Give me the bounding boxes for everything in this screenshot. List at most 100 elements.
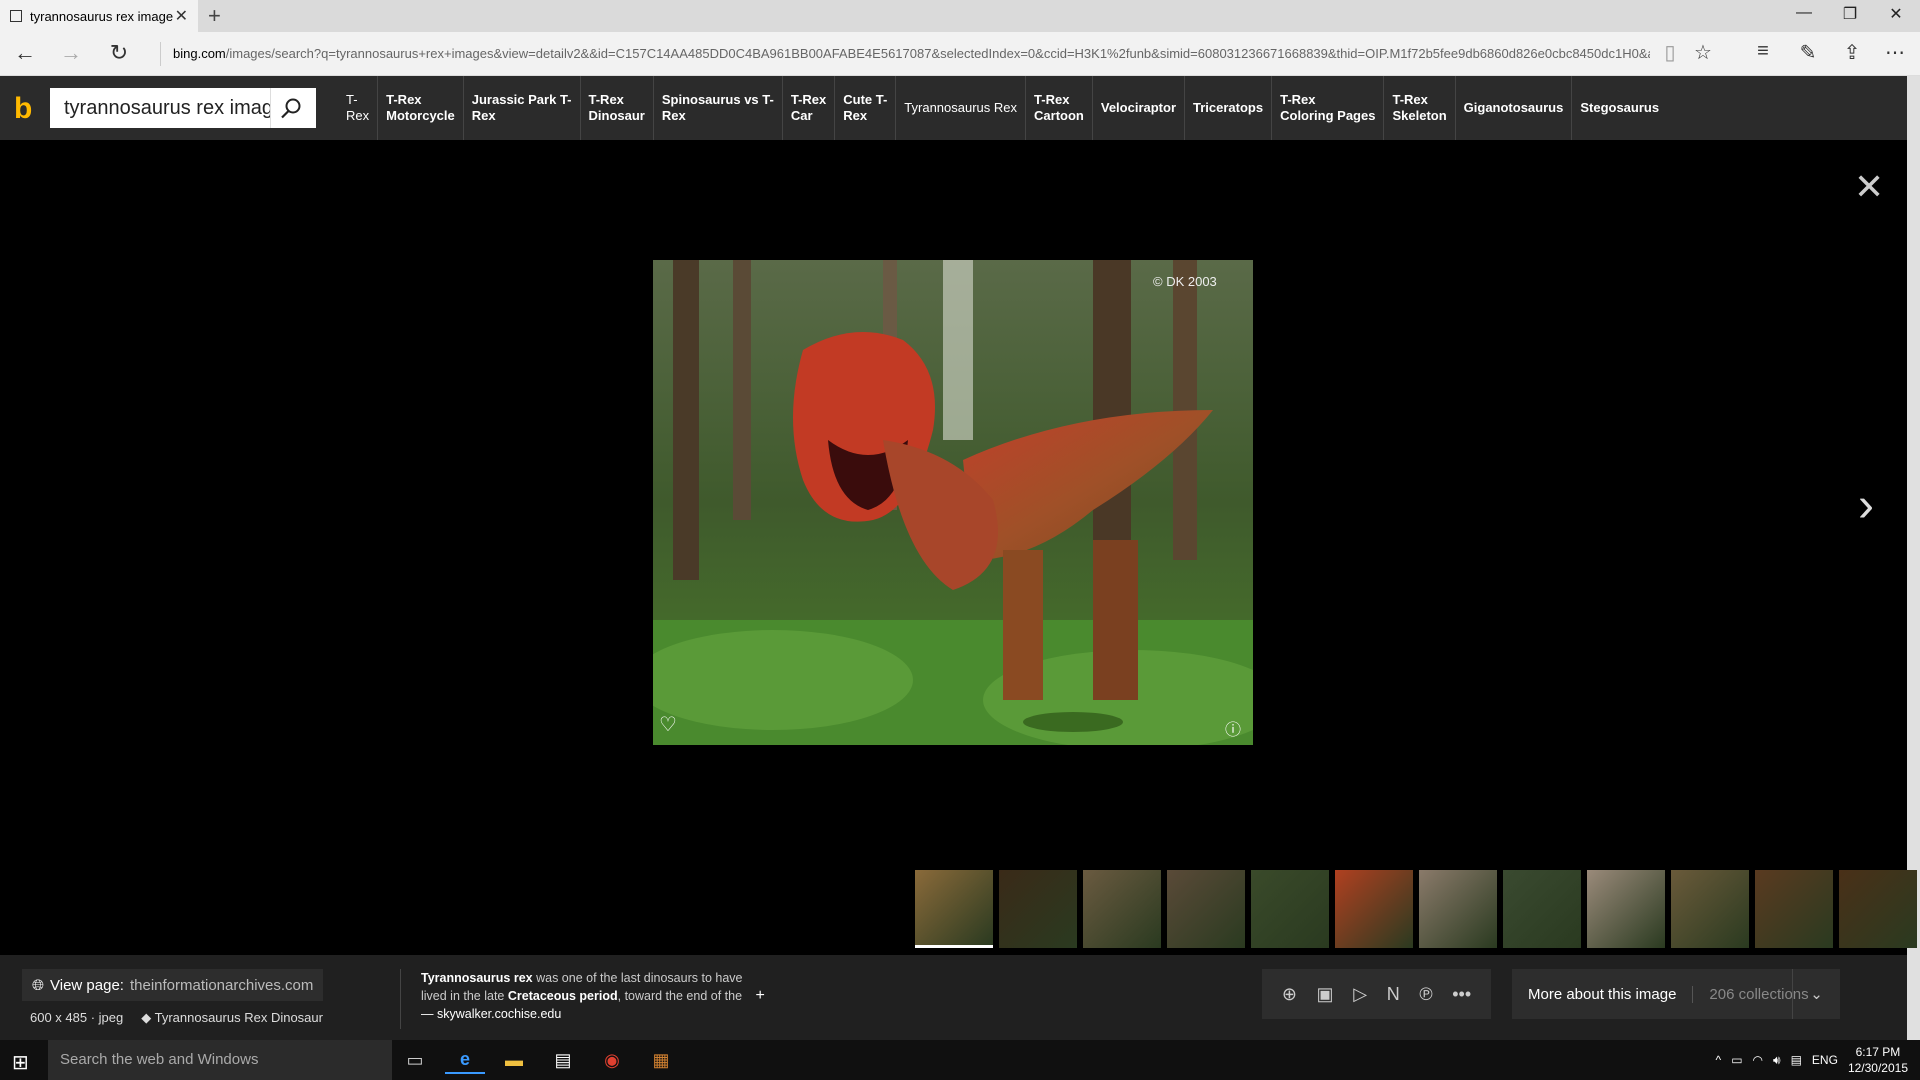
clock-date: 12/30/2015 xyxy=(1847,1061,1908,1075)
related-search-label: T-Rex Motorcycle xyxy=(386,92,455,123)
related-search-item[interactable]: T-Rex Motorcycle xyxy=(377,76,463,140)
related-search-label: Triceratops xyxy=(1193,100,1264,115)
thumbnail[interactable] xyxy=(1587,870,1665,948)
thumbnail[interactable] xyxy=(1251,870,1329,948)
onenote-icon[interactable]: N xyxy=(1387,984,1400,1005)
related-search-item[interactable]: Giganotosaurus xyxy=(1454,76,1572,140)
desc-source[interactable]: — skywalker.cochise.edu xyxy=(421,1007,561,1021)
battery-icon[interactable]: ▭ xyxy=(1731,1053,1742,1067)
related-search-item[interactable]: Triceratops xyxy=(1184,76,1271,140)
related-searches: T- Rex T-Rex Motorcycle Jurassic Park T- Rex T… xyxy=(338,76,1667,140)
thumbnail[interactable] xyxy=(1755,870,1833,948)
more-about-button[interactable]: More about this image xyxy=(1512,985,1694,1003)
heart-icon[interactable]: ♡ xyxy=(659,712,677,737)
address-host: bing.com xyxy=(173,46,226,61)
watermark-text: © DK 2003 xyxy=(1153,274,1217,289)
new-tab-button[interactable]: + xyxy=(208,3,221,29)
thumbnail[interactable] xyxy=(1335,870,1413,948)
thumbnail[interactable] xyxy=(1503,870,1581,948)
tray-chevron-icon[interactable]: ^ xyxy=(1716,1053,1722,1067)
related-search-item[interactable]: Spinosaurus vs T- Rex xyxy=(652,76,782,140)
thumbnail[interactable] xyxy=(999,870,1077,948)
favorite-star-icon[interactable]: ☆ xyxy=(1688,40,1718,65)
related-search-item[interactable]: Velociraptor xyxy=(1091,76,1184,140)
page-icon xyxy=(10,10,22,22)
view-page-label: View page: xyxy=(50,976,124,994)
related-search-item[interactable]: T-Rex Cartoon xyxy=(1025,76,1092,140)
pinterest-icon[interactable]: ℗ xyxy=(1419,984,1432,1005)
expand-description-icon[interactable]: + xyxy=(756,987,765,1004)
browser-tab[interactable]: tyrannosaurus rex image ✕ xyxy=(0,0,198,32)
related-search-item[interactable]: T-Rex Coloring Pages xyxy=(1271,76,1383,140)
thumbnail[interactable] xyxy=(915,870,993,948)
reading-view-icon[interactable]: ▯ xyxy=(1655,40,1685,65)
thumbnail-strip xyxy=(915,870,1920,948)
search-box xyxy=(50,88,316,128)
thumbnail[interactable] xyxy=(1167,870,1245,948)
related-search-item[interactable]: T-Rex Skeleton xyxy=(1383,76,1454,140)
bing-logo-icon[interactable]: b xyxy=(14,92,32,126)
thumbnail[interactable] xyxy=(1419,870,1497,948)
related-search-item[interactable]: T-Rex Dinosaur xyxy=(579,76,653,140)
cortana-search[interactable]: Search the web and Windows xyxy=(48,1040,392,1080)
next-image-icon[interactable]: › xyxy=(1858,478,1874,533)
web-search-icon[interactable]: ⊕ xyxy=(1282,984,1297,1005)
store-icon[interactable]: ▤ xyxy=(543,1046,583,1074)
info-icon[interactable]: ⓘ xyxy=(1225,716,1241,740)
edge-icon[interactable]: e xyxy=(445,1046,485,1074)
restore-button[interactable]: ❐ xyxy=(1830,4,1870,24)
search-input[interactable] xyxy=(50,89,270,127)
close-window-button[interactable]: ✕ xyxy=(1876,4,1916,24)
image-actions: ⊕ ▣ ▷ N ℗ ••• xyxy=(1262,969,1491,1019)
tab-title: tyrannosaurus rex image xyxy=(30,8,174,24)
task-view-icon[interactable]: ▭ xyxy=(395,1046,435,1074)
language-indicator[interactable]: ENG xyxy=(1812,1053,1838,1067)
wifi-icon[interactable]: ◠ xyxy=(1753,1053,1763,1067)
title-bar: tyrannosaurus rex image ✕ + — ❐ ✕ xyxy=(0,0,1920,32)
image-tag[interactable]: ◆ Tyrannosaurus Rex Dinosaur xyxy=(141,1010,323,1026)
more-actions-icon[interactable]: ••• xyxy=(1452,984,1471,1005)
close-tab-icon[interactable]: ✕ xyxy=(175,6,188,26)
image-meta: 600 x 485 · jpeg ◆ Tyrannosaurus Rex Din… xyxy=(30,1010,323,1026)
video-icon[interactable]: ▷ xyxy=(1353,984,1367,1005)
thumbnail[interactable] xyxy=(1839,870,1917,948)
more-icon[interactable]: ⋯ xyxy=(1880,40,1910,65)
file-explorer-icon[interactable]: ▬ xyxy=(494,1046,534,1074)
search-icon[interactable] xyxy=(270,88,310,128)
related-search-label: T-Rex Dinosaur xyxy=(588,92,645,123)
share-icon[interactable]: ⇪ xyxy=(1837,40,1867,65)
related-search-label: Jurassic Park T- Rex xyxy=(471,92,572,123)
tag-icon: ◆ xyxy=(141,1010,155,1025)
action-center-icon[interactable]: ▤ xyxy=(1791,1053,1802,1067)
chevron-down-icon[interactable]: ⌄ xyxy=(1792,969,1840,1019)
chrome-icon[interactable]: ◉ xyxy=(592,1046,632,1074)
system-tray: ^ ▭ ◠ 🔊︎ ▤ ENG 6:17 PM 12/30/2015 xyxy=(1716,1044,1908,1076)
windows-start-icon[interactable]: ⊞ xyxy=(12,1050,29,1075)
related-search-item[interactable]: Jurassic Park T- Rex xyxy=(462,76,580,140)
hub-icon[interactable]: ≡ xyxy=(1748,40,1778,63)
main-image[interactable]: © DK 2003 ♡ ⓘ xyxy=(653,260,1253,745)
view-page-domain: theinformationarchives.com xyxy=(129,976,314,994)
minimize-button[interactable]: — xyxy=(1784,4,1824,22)
related-search-item[interactable]: Tyrannosaurus Rex xyxy=(895,76,1025,140)
related-search-item[interactable]: T-Rex Car xyxy=(781,76,834,140)
web-note-icon[interactable]: ✎ xyxy=(1793,40,1823,65)
volume-icon[interactable]: 🔊︎ xyxy=(1773,1053,1781,1068)
image-search-icon[interactable]: ▣ xyxy=(1317,984,1334,1005)
app-icon[interactable]: ▦ xyxy=(641,1046,681,1074)
clock[interactable]: 6:17 PM 12/30/2015 xyxy=(1848,1044,1908,1076)
thumbnail[interactable] xyxy=(1671,870,1749,948)
forward-icon[interactable]: → xyxy=(56,40,86,66)
thumbnail[interactable] xyxy=(1083,870,1161,948)
related-search-item[interactable]: Cute T- Rex xyxy=(834,76,895,140)
related-search-label: Tyrannosaurus Rex xyxy=(904,100,1018,115)
desc-bold-2: Cretaceous period xyxy=(507,989,618,1003)
related-search-item[interactable]: Stegosaurus xyxy=(1571,76,1667,140)
related-search-item[interactable]: T- Rex xyxy=(338,76,377,140)
related-search-label: Cute T- Rex xyxy=(843,92,888,123)
back-icon[interactable]: ← xyxy=(10,40,40,66)
view-page-button[interactable]: 🌐︎ View page: theinformationarchives.com xyxy=(22,969,324,1001)
address-bar[interactable]: bing.com/images/search?q=tyrannosaurus+r… xyxy=(160,42,1650,66)
close-viewer-icon[interactable]: ✕ xyxy=(1854,166,1884,208)
refresh-icon[interactable]: ↻ xyxy=(104,40,134,66)
